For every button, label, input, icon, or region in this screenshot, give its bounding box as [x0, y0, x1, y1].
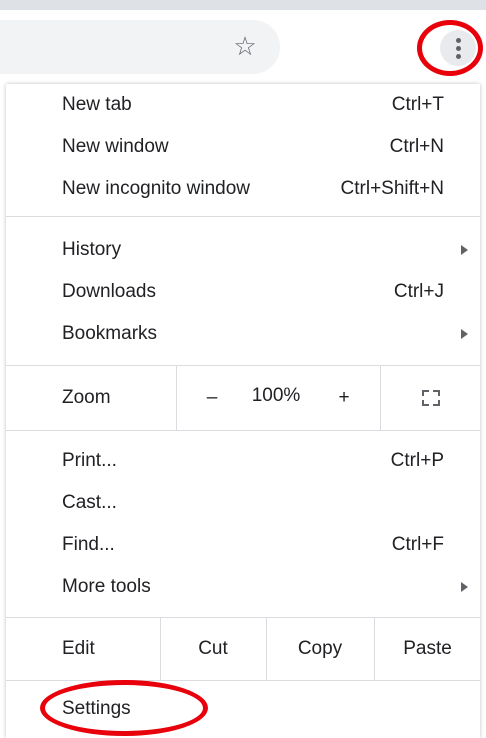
menu-item-label: Downloads [62, 281, 156, 302]
menu-item-shortcut: Ctrl+Shift+N [340, 178, 444, 199]
menu-item-label: New window [62, 136, 169, 157]
submenu-arrow-icon [461, 245, 468, 255]
menu-separator [6, 216, 480, 217]
menu-item-label: Cast... [62, 492, 117, 513]
zoom-divider [380, 366, 381, 430]
star-outline-icon[interactable]: ☆ [230, 31, 260, 61]
menu-item-label: New tab [62, 94, 132, 115]
menu-item-shortcut: Ctrl+F [391, 534, 444, 555]
menu-item-label: New incognito window [62, 178, 250, 199]
menu-item-cast[interactable]: Cast... [6, 482, 480, 524]
menu-item-label: Bookmarks [62, 323, 158, 344]
menu-item-bookmarks[interactable]: Bookmarks [6, 313, 480, 355]
settings-highlight-circle [40, 680, 208, 736]
menu-item-new-incognito-window[interactable]: New incognito window Ctrl+Shift+N [6, 168, 480, 210]
copy-button[interactable]: Copy [267, 618, 373, 680]
menu-item-shortcut: Ctrl+N [389, 136, 444, 157]
cut-button[interactable]: Cut [161, 618, 265, 680]
menu-button-highlight-circle [417, 20, 483, 76]
zoom-out-button[interactable]: – [202, 366, 222, 430]
zoom-label: Zoom [62, 387, 111, 408]
menu-item-shortcut: Ctrl+T [391, 94, 444, 115]
submenu-arrow-icon [461, 582, 468, 592]
zoom-divider [176, 366, 177, 430]
tab-strip [0, 0, 486, 10]
menu-separator [6, 680, 480, 681]
menu-item-new-tab[interactable]: New tab Ctrl+T [6, 84, 480, 126]
zoom-controls: Zoom – 100% + [6, 366, 480, 430]
menu-item-label: More tools [62, 576, 151, 597]
menu-item-history[interactable]: History [6, 229, 480, 271]
fullscreen-icon[interactable] [422, 390, 440, 406]
edit-label: Edit [62, 638, 95, 659]
menu-item-downloads[interactable]: Downloads Ctrl+J [6, 271, 480, 313]
submenu-arrow-icon [461, 329, 468, 339]
menu-item-label: Print... [62, 450, 117, 471]
edit-controls: Edit Cut Copy Paste [6, 618, 480, 680]
chrome-main-menu: New tab Ctrl+T New window Ctrl+N New inc… [6, 84, 480, 738]
zoom-level: 100% [251, 385, 301, 406]
browser-toolbar: ☆ [0, 0, 486, 84]
menu-item-label: History [62, 239, 122, 260]
menu-item-shortcut: Ctrl+P [390, 450, 444, 471]
menu-item-print[interactable]: Print... Ctrl+P [6, 440, 480, 482]
menu-item-shortcut: Ctrl+J [393, 281, 444, 302]
menu-item-label: Find... [62, 534, 115, 555]
menu-item-new-window[interactable]: New window Ctrl+N [6, 126, 480, 168]
menu-separator [6, 430, 480, 431]
paste-button[interactable]: Paste [375, 618, 480, 680]
menu-item-find[interactable]: Find... Ctrl+F [6, 524, 480, 566]
zoom-in-button[interactable]: + [334, 366, 354, 430]
menu-item-more-tools[interactable]: More tools [6, 566, 480, 608]
